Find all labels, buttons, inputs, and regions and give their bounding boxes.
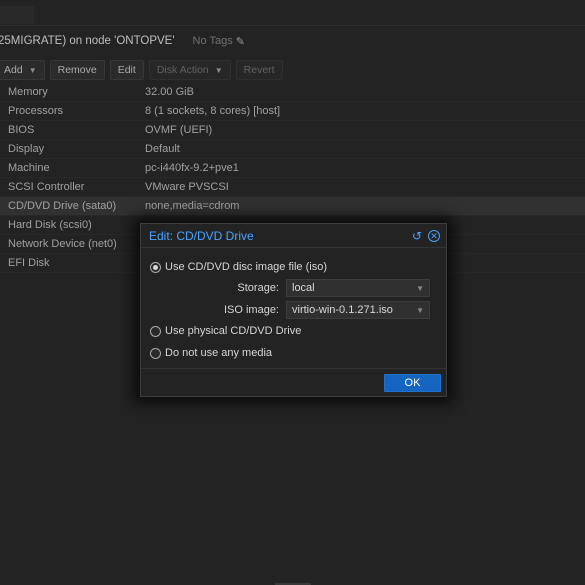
storage-value: local [292, 282, 315, 294]
chevron-down-icon: ▼ [416, 305, 424, 315]
radio-no-media[interactable]: Do not use any media [150, 347, 272, 359]
storage-label: Storage: [237, 282, 279, 294]
iso-image-value: virtio-win-0.1.271.iso [292, 304, 393, 316]
radio-button[interactable] [150, 325, 161, 337]
radio-physical-drive[interactable]: Use physical CD/DVD Drive [150, 325, 301, 337]
radio-label: Use physical CD/DVD Drive [165, 325, 302, 337]
radio-button-checked[interactable] [150, 261, 161, 273]
iso-image-select[interactable]: virtio-win-0.1.271.iso ▼ [286, 301, 430, 319]
dialog-header: Edit: CD/DVD Drive [141, 224, 446, 248]
radio-use-iso[interactable]: Use CD/DVD disc image file (iso) [150, 261, 327, 273]
iso-image-field: ISO image: virtio-win-0.1.271.iso ▼ [141, 301, 430, 319]
reset-icon[interactable]: ↺ [411, 230, 423, 242]
radio-button[interactable] [150, 347, 161, 359]
radio-label: Do not use any media [165, 347, 273, 359]
radio-label: Use CD/DVD disc image file (iso) [165, 261, 327, 273]
edit-cdrom-dialog: Edit: CD/DVD Drive ↺ ✕ Use CD/DVD disc i… [140, 223, 447, 397]
ok-button[interactable]: OK [384, 374, 441, 392]
dialog-title: Edit: CD/DVD Drive [149, 228, 254, 243]
close-icon[interactable]: ✕ [428, 230, 440, 242]
storage-select[interactable]: local ▼ [286, 279, 430, 297]
chevron-down-icon: ▼ [416, 283, 424, 293]
iso-image-label: ISO image: [223, 304, 279, 316]
dialog-tools: ↺ ✕ [411, 230, 440, 242]
dialog-footer: OK [141, 368, 446, 396]
storage-field: Storage: local ▼ [141, 279, 430, 297]
